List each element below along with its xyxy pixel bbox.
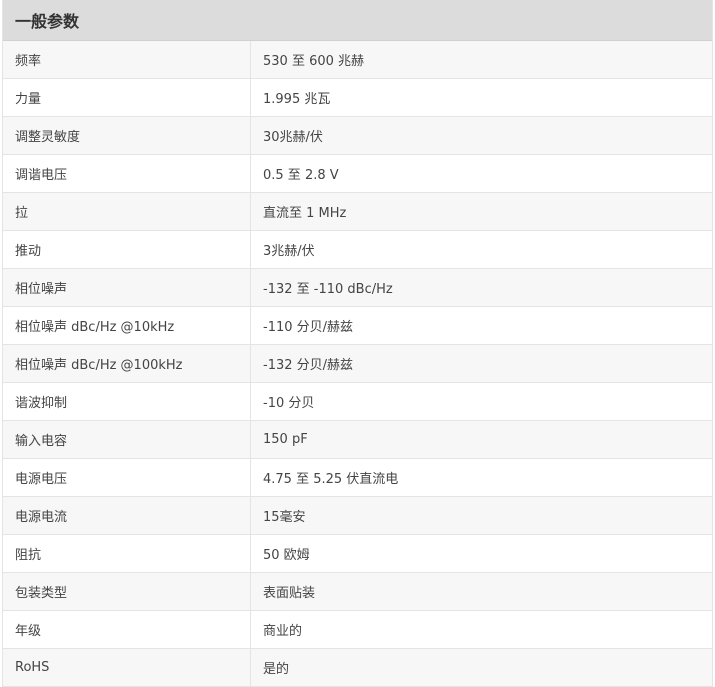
param-value: -110 分贝/赫兹 — [263, 320, 354, 335]
param-name: 谐波抑制 — [3, 383, 251, 420]
param-value: -10 分贝 — [263, 396, 315, 411]
param-name: 调整灵敏度 — [3, 117, 251, 154]
param-value: 3兆赫/伏 — [263, 244, 315, 259]
param-value: 4.75 至 5.25 伏直流电 — [263, 472, 399, 487]
table-row: 力量 1.995 兆瓦 — [3, 79, 712, 117]
param-value: 0.5 至 2.8 V — [263, 168, 339, 183]
param-value: 30兆赫/伏 — [263, 130, 323, 145]
table-row: 相位噪声 dBc/Hz @10kHz -110 分贝/赫兹 — [3, 307, 712, 345]
param-name: 输入电容 — [3, 421, 251, 458]
table-row: 相位噪声 -132 至 -110 dBc/Hz — [3, 269, 712, 307]
param-value: 530 至 600 兆赫 — [263, 54, 365, 69]
param-name: 阻抗 — [3, 535, 251, 572]
table-row: 相位噪声 dBc/Hz @100kHz -132 分贝/赫兹 — [3, 345, 712, 383]
param-value: 1.995 兆瓦 — [263, 92, 331, 107]
table-row: 包装类型 表面贴装 — [3, 573, 712, 611]
section-header: 一般参数 — [3, 0, 712, 41]
param-name: 相位噪声 dBc/Hz @100kHz — [3, 345, 251, 382]
table-row: 谐波抑制 -10 分贝 — [3, 383, 712, 421]
param-value: 50 欧姆 — [263, 548, 310, 563]
table-row: 调整灵敏度 30兆赫/伏 — [3, 117, 712, 155]
table-row: 输入电容 150 pF — [3, 421, 712, 459]
param-name: 拉 — [3, 193, 251, 230]
spec-rows: 频率 530 至 600 兆赫 力量 1.995 兆瓦 调整灵敏度 30兆赫/伏… — [3, 41, 712, 687]
table-row: 推动 3兆赫/伏 — [3, 231, 712, 269]
table-row: 阻抗 50 欧姆 — [3, 535, 712, 573]
param-name: 年级 — [3, 611, 251, 648]
param-name: 电源电压 — [3, 459, 251, 496]
param-name: 推动 — [3, 231, 251, 268]
param-name: RoHS — [3, 649, 251, 686]
param-value: 商业的 — [263, 624, 303, 639]
param-value: 直流至 1 MHz — [263, 206, 347, 221]
param-name: 包装类型 — [3, 573, 251, 610]
table-row: 频率 530 至 600 兆赫 — [3, 41, 712, 79]
param-name: 频率 — [3, 41, 251, 78]
table-row: 年级 商业的 — [3, 611, 712, 649]
table-row: RoHS 是的 — [3, 649, 712, 687]
section-title: 一般参数 — [15, 12, 80, 31]
table-row: 调谐电压 0.5 至 2.8 V — [3, 155, 712, 193]
param-value: 150 pF — [263, 432, 308, 447]
table-row: 拉 直流至 1 MHz — [3, 193, 712, 231]
table-row: 电源电流 15毫安 — [3, 497, 712, 535]
param-value: -132 至 -110 dBc/Hz — [263, 282, 393, 297]
param-name: 相位噪声 — [3, 269, 251, 306]
param-value: 表面贴装 — [263, 586, 316, 601]
param-name: 相位噪声 dBc/Hz @10kHz — [3, 307, 251, 344]
param-name: 调谐电压 — [3, 155, 251, 192]
param-value: -132 分贝/赫兹 — [263, 358, 354, 373]
spec-table: 一般参数 频率 530 至 600 兆赫 力量 1.995 兆瓦 调整灵敏度 3… — [2, 0, 713, 687]
param-value: 15毫安 — [263, 510, 306, 525]
table-row: 电源电压 4.75 至 5.25 伏直流电 — [3, 459, 712, 497]
param-value: 是的 — [263, 662, 290, 677]
param-name: 电源电流 — [3, 497, 251, 534]
param-name: 力量 — [3, 79, 251, 116]
